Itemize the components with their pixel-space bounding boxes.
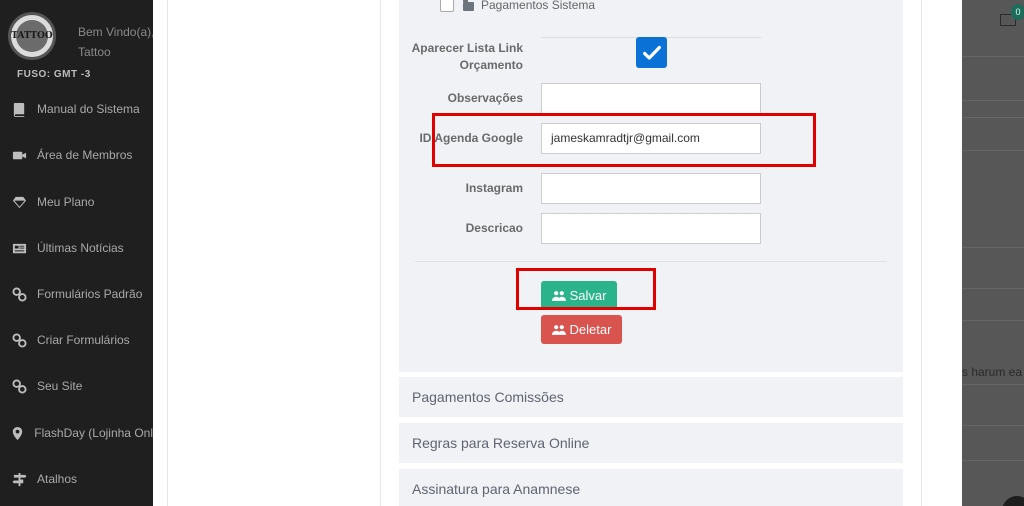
link-icon	[9, 332, 29, 348]
section-regras-reserva-online[interactable]: Regras para Reserva Online	[399, 423, 903, 463]
form-divider	[415, 261, 887, 262]
sidebar-item-label: Seu Site	[37, 379, 83, 393]
users-icon	[551, 324, 566, 335]
brand-logo-text: TATTOO	[11, 31, 53, 41]
sidebar-item-label: FlashDay (Lojinha Onl	[34, 426, 153, 440]
sidebar-item-label: Área de Membros	[37, 148, 133, 162]
sidebar-item-manual[interactable]: Manual do Sistema	[0, 94, 153, 124]
descricao-input[interactable]	[541, 213, 761, 244]
sidebar-item-criar-formularios[interactable]: Criar Formulários	[0, 325, 153, 355]
delete-button[interactable]: Deletar	[541, 315, 622, 344]
sidebar: TATTOO Bem Vindo(a), Tattoo FUSO: GMT -3…	[0, 0, 153, 506]
sidebar-item-label: Criar Formulários	[37, 333, 130, 347]
book-icon	[9, 102, 29, 117]
permission-label: Pagamentos Sistema	[481, 0, 596, 12]
signpost-icon	[9, 472, 29, 487]
sidebar-item-atalhos[interactable]: Atalhos	[0, 464, 153, 494]
video-camera-icon	[9, 148, 29, 163]
observacoes-label: Observações	[447, 91, 523, 105]
sidebar-item-label: Atalhos	[37, 472, 78, 486]
section-assinatura-anamnese[interactable]: Assinatura para Anamnese	[399, 469, 903, 506]
permission-checkbox[interactable]	[440, 0, 454, 12]
delete-button-label: Deletar	[569, 322, 612, 337]
link-icon	[9, 286, 29, 302]
sidebar-item-label: Manual do Sistema	[37, 102, 140, 116]
sidebar-item-seu-site[interactable]: Seu Site	[0, 371, 153, 401]
highlight-box-save	[516, 268, 656, 310]
sidebar-item-label: Últimas Notícias	[37, 241, 124, 255]
map-marker-icon	[9, 426, 26, 441]
instagram-label: Instagram	[465, 181, 523, 195]
sidebar-item-label: Meu Plano	[37, 195, 95, 209]
sidebar-item-meu-plano[interactable]: Meu Plano	[0, 187, 153, 217]
aparecer-lista-label: Aparecer Lista Link Orçamento	[411, 41, 523, 72]
instagram-input[interactable]	[541, 173, 761, 204]
sidebar-item-area-membros[interactable]: Área de Membros	[0, 140, 153, 170]
folder-icon	[463, 0, 474, 11]
aparecer-lista-checkbox[interactable]	[636, 37, 667, 68]
welcome-text: Bem Vindo(a),	[78, 25, 153, 39]
sidebar-item-label: Formulários Padrão	[37, 287, 143, 301]
notification-badge: 0	[1011, 4, 1024, 20]
observacoes-input[interactable]	[541, 83, 761, 114]
background-text: s harum ea c	[962, 365, 1024, 379]
sidebar-item-flashday[interactable]: FlashDay (Lojinha Onl	[0, 418, 153, 448]
link-icon	[9, 378, 29, 394]
section-pagamentos-comissoes[interactable]: Pagamentos Comissões	[399, 377, 903, 417]
username: Tattoo	[78, 45, 111, 59]
brand-logo[interactable]: TATTOO	[8, 12, 56, 60]
highlight-box-google	[432, 113, 816, 167]
diamond-icon	[9, 195, 29, 210]
checkmark-icon	[642, 45, 661, 60]
newspaper-icon	[9, 241, 29, 256]
sidebar-item-formularios-padrao[interactable]: Formulários Padrão	[0, 279, 153, 309]
background-page	[962, 0, 1024, 506]
descricao-label: Descricao	[465, 221, 523, 235]
timezone-label: FUSO: GMT -3	[17, 69, 91, 80]
sidebar-item-noticias[interactable]: Últimas Notícias	[0, 233, 153, 263]
